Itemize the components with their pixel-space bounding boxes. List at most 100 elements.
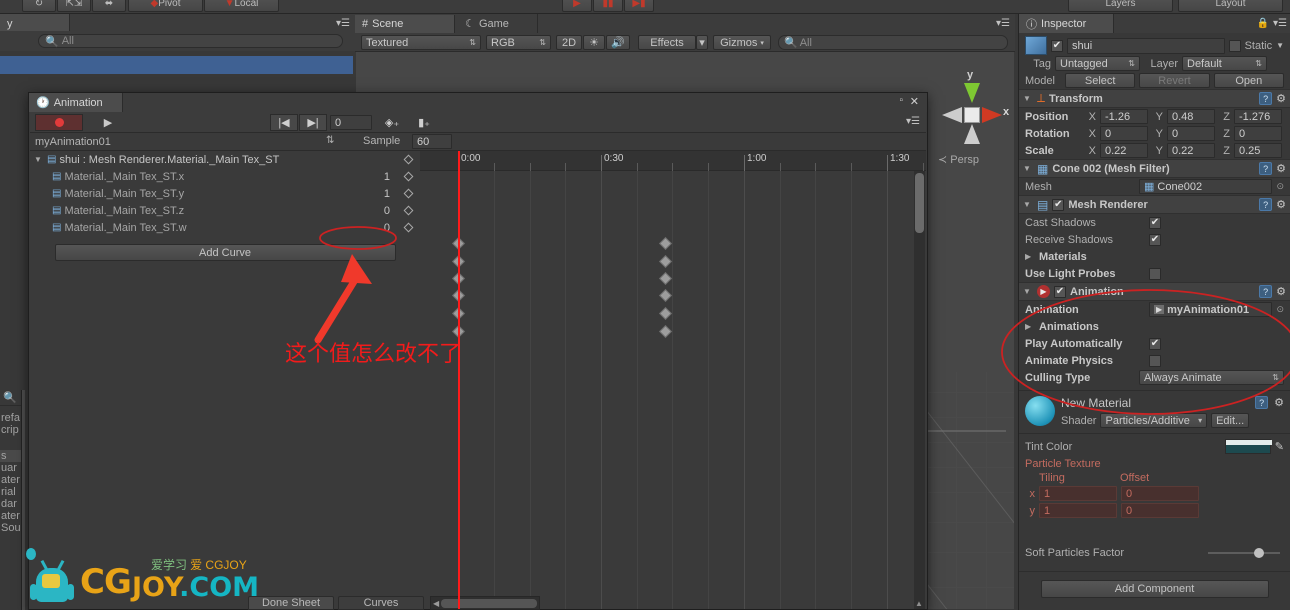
project-item[interactable]: s: [0, 450, 21, 462]
layers-dropdown[interactable]: Layers: [1068, 0, 1173, 12]
project-search-icon[interactable]: 🔍: [0, 390, 21, 406]
mesh-picker-icon[interactable]: ⊙: [1276, 181, 1284, 192]
property-foldout-icon[interactable]: ▼: [34, 155, 44, 164]
project-item[interactable]: refa: [0, 412, 21, 424]
object-name-input[interactable]: shui: [1067, 37, 1225, 54]
rotate-tool-button[interactable]: ↻: [22, 0, 56, 12]
scale-z-input[interactable]: 0.25: [1234, 143, 1282, 158]
receive-shadows-checkbox[interactable]: ✔: [1149, 233, 1161, 246]
prev-keyframe-button[interactable]: |◀: [270, 114, 298, 131]
tab-inspector[interactable]: ⓘ Inspector: [1019, 14, 1114, 33]
scene-lighting-button[interactable]: ☀: [583, 35, 605, 50]
hierarchy-search-input[interactable]: 🔍 All: [38, 34, 343, 48]
gizmo-y-axis-icon[interactable]: [964, 83, 980, 103]
property-value[interactable]: 1: [354, 188, 390, 200]
gear-icon[interactable]: ⚙: [1276, 162, 1286, 175]
project-item[interactable]: dar: [0, 498, 21, 510]
animation-menu-icon[interactable]: ▾☰: [906, 116, 920, 127]
property-value[interactable]: 1: [354, 171, 390, 183]
clip-chevron-icon[interactable]: ⇅: [326, 135, 334, 146]
rotation-y-input[interactable]: 0: [1167, 126, 1215, 141]
tab-game[interactable]: ☾ Game: [458, 14, 539, 33]
gizmos-dropdown[interactable]: Gizmos ▾: [713, 35, 771, 50]
mesh-filter-foldout-icon[interactable]: ▼: [1023, 164, 1033, 173]
scale-y-input[interactable]: 0.22: [1167, 143, 1215, 158]
position-y-input[interactable]: 0.48: [1167, 109, 1215, 124]
tag-dropdown[interactable]: Untagged ⇅: [1055, 56, 1140, 71]
position-x-input[interactable]: -1.26: [1100, 109, 1148, 124]
scrollbar-thumb[interactable]: [915, 173, 924, 233]
inspector-menu-icon[interactable]: ▾☰: [1273, 18, 1287, 29]
rect-tool-button[interactable]: ⬌: [92, 0, 126, 12]
animations-foldout-icon[interactable]: ▶: [1025, 322, 1035, 331]
timeline-playhead[interactable]: [458, 151, 460, 609]
keyframe-toggle-icon[interactable]: [403, 171, 414, 182]
help-icon[interactable]: ?: [1259, 162, 1273, 175]
animation-clip-picker-icon[interactable]: ⊙: [1276, 304, 1284, 315]
add-component-button[interactable]: Add Component: [1040, 580, 1269, 598]
project-item[interactable]: ater: [0, 474, 21, 486]
keyframe-marker[interactable]: [659, 255, 672, 268]
scene-audio-button[interactable]: 🔊: [606, 35, 630, 50]
model-open-button[interactable]: Open: [1213, 73, 1284, 88]
model-revert-button[interactable]: Revert: [1139, 73, 1210, 88]
scene-search-input[interactable]: 🔍 All: [778, 35, 1008, 50]
project-item[interactable]: uar: [0, 462, 21, 474]
timeline-ruler[interactable]: 0:00 0:30 1:00 1:30: [420, 151, 926, 171]
close-icon[interactable]: ✕: [910, 95, 919, 108]
pivot-toggle-button[interactable]: ◆ Pivot: [128, 0, 203, 12]
tab-animation[interactable]: 🕐 Animation: [29, 93, 123, 112]
step-button[interactable]: ▶▮: [624, 0, 654, 12]
gear-icon[interactable]: ⚙: [1276, 198, 1286, 211]
local-toggle-button[interactable]: ▼ Local: [204, 0, 279, 12]
add-curve-button[interactable]: Add Curve: [54, 244, 396, 261]
animate-physics-checkbox[interactable]: [1149, 354, 1161, 367]
layout-dropdown[interactable]: Layout: [1178, 0, 1283, 12]
shader-edit-button[interactable]: Edit...: [1211, 413, 1250, 428]
model-select-button[interactable]: Select: [1065, 73, 1136, 88]
gizmo-center-cube[interactable]: [964, 107, 980, 123]
mesh-filter-component-header[interactable]: ▼ ▦ Cone 002 (Mesh Filter) ? ⚙: [1019, 159, 1290, 178]
timeline-scrollbar-vertical[interactable]: ▲: [914, 171, 925, 609]
keyframe-toggle-icon[interactable]: [403, 205, 414, 216]
tiling-x-input[interactable]: 1: [1039, 486, 1117, 501]
lock-icon[interactable]: 🔒: [1257, 18, 1269, 29]
keyframe-marker[interactable]: [659, 272, 672, 285]
gizmo-x-axis-icon[interactable]: [982, 107, 1002, 123]
hierarchy-menu-icon[interactable]: ▾☰: [336, 18, 350, 29]
record-button[interactable]: [35, 114, 83, 131]
tab-scene[interactable]: # Scene: [355, 14, 455, 34]
gear-icon[interactable]: ⚙: [1276, 92, 1286, 105]
play-automatically-checkbox[interactable]: ✔: [1149, 337, 1161, 350]
animation-clip-field[interactable]: ▶ myAnimation01: [1149, 302, 1273, 317]
add-event-button[interactable]: ▮₊: [410, 114, 438, 131]
gizmo-persp-label[interactable]: ≺ Persp: [938, 153, 979, 166]
tab-dope-sheet[interactable]: Done Sheet: [248, 596, 334, 610]
mesh-renderer-component-header[interactable]: ▼ ▤ ✔ Mesh Renderer ? ⚙: [1019, 195, 1290, 214]
transform-foldout-icon[interactable]: ▼: [1023, 94, 1033, 103]
next-keyframe-button[interactable]: ▶|: [299, 114, 327, 131]
gear-icon[interactable]: ⚙: [1274, 396, 1284, 409]
clip-name-dropdown[interactable]: myAnimation01: [35, 134, 325, 149]
tab-curves[interactable]: Curves: [338, 596, 424, 610]
project-item[interactable]: crip: [0, 424, 21, 436]
cast-shadows-checkbox[interactable]: ✔: [1149, 216, 1161, 229]
scale-x-input[interactable]: 0.22: [1100, 143, 1148, 158]
pause-button[interactable]: ▮▮: [593, 0, 623, 12]
scroll-left-icon[interactable]: ◀: [431, 599, 439, 608]
property-row[interactable]: ▤ Material._Main Tex_ST.z 0: [30, 202, 420, 219]
property-value[interactable]: 0: [354, 205, 390, 217]
tint-color-swatch[interactable]: [1224, 439, 1272, 454]
scroll-down-icon[interactable]: ▲: [915, 599, 923, 608]
add-keyframe-button[interactable]: ◈₊: [378, 114, 406, 131]
property-row[interactable]: ▤ Material._Main Tex_ST.x 1: [30, 168, 420, 185]
help-icon[interactable]: ?: [1259, 198, 1273, 211]
animations-row[interactable]: ▶ Animations: [1019, 318, 1290, 335]
transform-component-header[interactable]: ▼ ⟂ Transform ? ⚙: [1019, 89, 1290, 108]
gizmo-negx-axis-icon[interactable]: [942, 107, 962, 123]
project-item[interactable]: rial: [0, 486, 21, 498]
scene-menu-icon[interactable]: ▾☰: [996, 18, 1010, 29]
help-icon[interactable]: ?: [1255, 396, 1269, 409]
materials-row[interactable]: ▶ Materials: [1019, 248, 1290, 265]
eyedropper-icon[interactable]: ✎: [1275, 440, 1284, 453]
